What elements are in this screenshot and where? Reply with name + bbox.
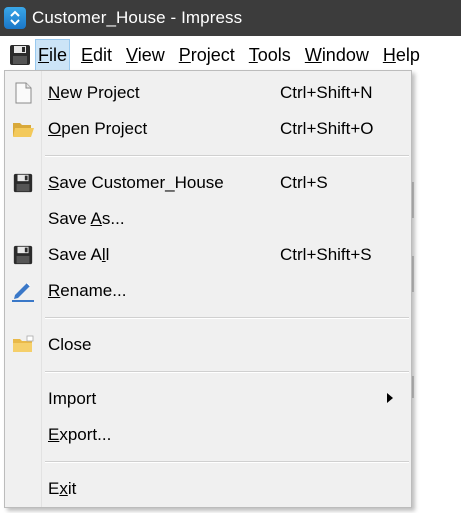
menu-bar: File Edit View Project Tools Window Help (0, 36, 461, 74)
menu-item-save-all[interactable]: Save All Ctrl+Shift+S (5, 237, 411, 273)
menu-project[interactable]: Project (176, 39, 238, 71)
open-folder-icon (10, 116, 36, 142)
menu-separator (45, 461, 409, 463)
menu-view[interactable]: View (123, 39, 168, 71)
title-bar: Customer_House - Impress (0, 0, 461, 36)
workspace-divider (412, 182, 414, 218)
shortcut-new-project: Ctrl+Shift+N (280, 83, 373, 102)
workspace-divider (412, 376, 414, 398)
menu-item-open-project[interactable]: Open Project Ctrl+Shift+O (5, 111, 411, 147)
submenu-arrow-icon (387, 393, 393, 403)
menu-item-export[interactable]: Export... (5, 417, 411, 453)
menu-item-close[interactable]: Close (5, 327, 411, 363)
shortcut-save: Ctrl+S (280, 173, 328, 192)
rename-pen-icon (10, 278, 36, 304)
menu-tools[interactable]: Tools (246, 39, 294, 71)
menu-item-rename[interactable]: Rename... (5, 273, 411, 309)
shortcut-open-project: Ctrl+Shift+O (280, 119, 374, 138)
menu-item-save-as[interactable]: Save As... (5, 201, 411, 237)
shortcut-save-all: Ctrl+Shift+S (280, 245, 372, 264)
workspace-background (410, 76, 461, 513)
menu-separator (45, 317, 409, 319)
impress-app-icon[interactable] (4, 7, 26, 29)
menu-item-exit[interactable]: Exit (5, 471, 411, 507)
menu-file[interactable]: File (35, 39, 71, 71)
close-folder-icon (10, 332, 36, 358)
save-icon (10, 170, 36, 196)
save-icon[interactable] (5, 40, 35, 70)
workspace-divider (412, 256, 414, 292)
file-menu-dropdown: New Project Ctrl+Shift+N Open Project Ct… (4, 70, 412, 508)
menu-window[interactable]: Window (302, 39, 372, 71)
menu-help[interactable]: Help (380, 39, 423, 71)
menu-edit[interactable]: Edit (78, 39, 115, 71)
menu-item-save[interactable]: Save Customer_House Ctrl+S (5, 165, 411, 201)
menu-separator (45, 155, 409, 157)
menu-item-import[interactable]: Import (5, 381, 411, 417)
menu-item-new-project[interactable]: New Project Ctrl+Shift+N (5, 75, 411, 111)
new-document-icon (10, 80, 36, 106)
window-title: Customer_House - Impress (32, 8, 243, 27)
menu-separator (45, 371, 409, 373)
save-all-icon (10, 242, 36, 268)
